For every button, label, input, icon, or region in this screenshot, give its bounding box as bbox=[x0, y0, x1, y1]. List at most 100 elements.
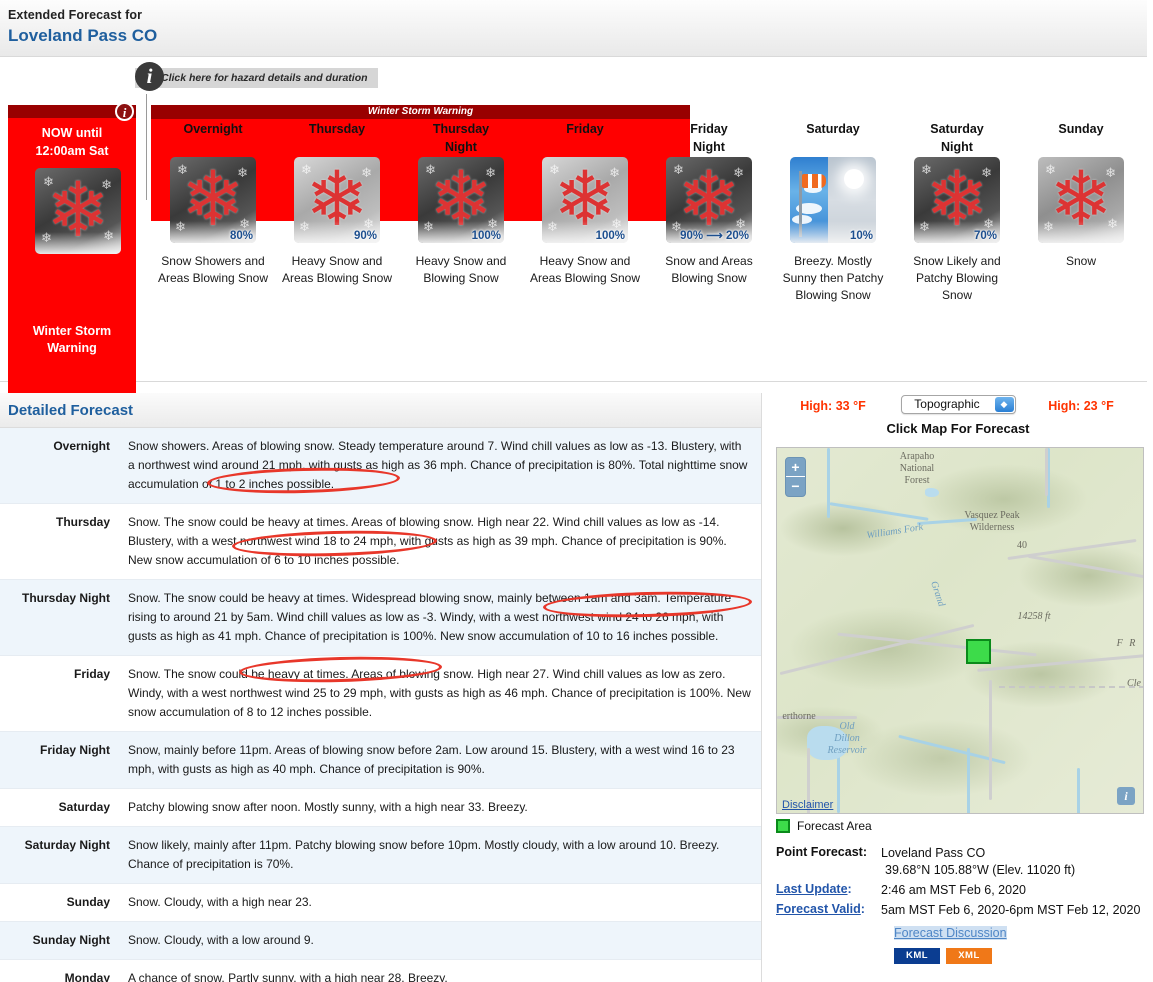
forecast-discussion-link[interactable]: Forecast Discussion bbox=[894, 926, 1007, 940]
forecast-period[interactable]: Saturday Night ❄❄❄❄❄70% Snow Likely and Pat… bbox=[895, 119, 1019, 413]
detailed-forecast-row: Monday A chance of snow. Partly sunny, wi… bbox=[0, 960, 761, 982]
detailed-forecast-period-label: Thursday bbox=[55, 515, 110, 529]
detailed-forecast-text: Snow, mainly before 11pm. Areas of blowi… bbox=[128, 743, 735, 776]
now-box-title: NOW until 12:00am Sat bbox=[8, 124, 136, 160]
period-name-line2: Night bbox=[941, 140, 973, 154]
forecast-period-list: Overnight❄❄❄❄❄80%Snow Showers and Areas … bbox=[151, 119, 1143, 413]
precip-probability: 90% bbox=[353, 230, 377, 242]
map-label: F R bbox=[1116, 638, 1138, 649]
forecast-period-description: Heavy Snow and Areas Blowing Snow bbox=[281, 254, 393, 285]
detailed-forecast-period-label: Friday Night bbox=[39, 743, 110, 757]
forecast-period-description: Snow and Areas Blowing Snow bbox=[665, 254, 753, 285]
info-icon[interactable]: i bbox=[135, 62, 164, 91]
last-update-row: Last Update: 2:46 am MST Feb 6, 2020 bbox=[776, 882, 1153, 899]
map-zoom-controls[interactable]: + − bbox=[785, 457, 806, 497]
forecast-period-icon: ❄❄❄❄❄80% bbox=[170, 157, 256, 243]
detailed-forecast-period-label: Saturday Night bbox=[24, 838, 110, 852]
detailed-forecast-text: Snow likely, mainly after 11pm. Patchy b… bbox=[128, 838, 720, 871]
forecast-period[interactable]: Thursday Night ❄❄❄❄❄100% Heavy Snow and Blo… bbox=[399, 119, 523, 413]
forecast-period[interactable]: Overnight ❄❄❄❄❄80% Snow Showers and Areas … bbox=[151, 119, 275, 413]
detailed-forecast-text: A chance of snow. Partly sunny, with a h… bbox=[128, 971, 448, 982]
detailed-forecast-text: Snow. Cloudy, with a high near 23. bbox=[128, 895, 312, 909]
forecast-period[interactable]: Saturday 10% Breezy. Mostly Sunny then Pat… bbox=[771, 119, 895, 413]
map-river bbox=[837, 753, 840, 813]
now-box-title-line1: NOW until bbox=[41, 126, 103, 140]
info-icon[interactable]: i bbox=[1117, 787, 1135, 805]
detailed-forecast-period-label: Overnight bbox=[53, 439, 110, 453]
hazard-tooltip[interactable]: Click here for hazard details and durati… bbox=[135, 68, 378, 88]
period-name-line1: Friday bbox=[690, 122, 728, 136]
map-label: Arapaho National Forest bbox=[899, 451, 935, 486]
detailed-forecast-period-label: Friday bbox=[73, 667, 110, 681]
xml-button[interactable]: XML bbox=[946, 948, 992, 964]
precip-probability: 70% bbox=[973, 230, 997, 242]
forecast-period[interactable]: Sunday❄❄❄❄❄SnowHigh: 23 °F bbox=[1019, 119, 1143, 413]
forecast-period[interactable]: Friday ❄❄❄❄❄100% Heavy Snow and Areas Blow… bbox=[523, 119, 647, 413]
map-type-select[interactable]: Topographic ◆ bbox=[900, 395, 1016, 414]
detailed-forecast-row: Thursday Night Snow. The snow could be he… bbox=[0, 580, 761, 656]
detailed-forecast-row: Sunday Snow. Cloudy, with a high near 23. bbox=[0, 884, 761, 922]
forecast-period-description: Heavy Snow and Blowing Snow bbox=[415, 254, 507, 285]
precip-probability: 100% bbox=[471, 230, 501, 242]
forecast-period[interactable]: Friday Night ❄❄❄❄❄90% ⟶ 20% Snow and Areas … bbox=[647, 119, 771, 413]
chevron-updown-icon[interactable]: ◆ bbox=[994, 397, 1014, 412]
detailed-forecast-row: Saturday Patchy blowing snow after noon. … bbox=[0, 789, 761, 827]
detailed-forecast-row: Friday Snow. The snow could be heavy at t… bbox=[0, 656, 761, 732]
zoom-in-button[interactable]: + bbox=[786, 458, 805, 477]
period-name-line2: Night bbox=[445, 140, 477, 154]
detailed-forecast-text: Snow. The snow could be heavy at times. … bbox=[128, 591, 732, 643]
period-name-line1: Saturday bbox=[930, 122, 984, 136]
detailed-forecast-text: Patchy blowing snow after noon. Mostly s… bbox=[128, 800, 528, 814]
forecast-period-icon: ❄❄❄❄❄100% bbox=[542, 157, 628, 243]
map-legend-label: Forecast Area bbox=[797, 819, 872, 833]
click-map-label: Click Map For Forecast bbox=[886, 421, 1030, 436]
forecast-valid-value: 5am MST Feb 6, 2020-6pm MST Feb 12, 2020 bbox=[881, 903, 1141, 917]
map-label: Vasquez Peak Wilderness bbox=[964, 510, 1020, 533]
forecast-area-marker[interactable] bbox=[966, 639, 991, 664]
map-label: erthorne bbox=[782, 711, 816, 722]
forecast-valid-row: Forecast Valid: 5am MST Feb 6, 2020-6pm … bbox=[776, 902, 1153, 919]
period-name-line1: Overnight bbox=[183, 122, 243, 136]
map-label: 14258 ft bbox=[1017, 611, 1051, 622]
precip-probability: 80% bbox=[229, 230, 253, 242]
detailed-forecast-row: Sunday Night Snow. Cloudy, with a low aro… bbox=[0, 922, 761, 960]
last-update-value: 2:46 am MST Feb 6, 2020 bbox=[881, 883, 1026, 897]
forecast-period[interactable]: Thursday ❄❄❄❄❄90% Heavy Snow and Areas Blo… bbox=[275, 119, 399, 413]
forecast-area-swatch bbox=[776, 819, 790, 833]
forecast-period-icon: ❄❄❄❄❄70% bbox=[914, 157, 1000, 243]
last-update-link[interactable]: Last Update: bbox=[776, 882, 881, 899]
forecast-valid-key: Forecast Valid bbox=[776, 902, 861, 916]
disclaimer-link[interactable]: Disclaimer bbox=[782, 799, 833, 811]
forecast-period-name: Friday bbox=[523, 119, 647, 157]
forecast-period-name: Friday Night bbox=[647, 119, 771, 157]
detailed-forecast-title: Detailed Forecast bbox=[0, 393, 761, 428]
map-road bbox=[989, 680, 992, 800]
period-name-line1: Saturday bbox=[806, 122, 860, 136]
forecast-map[interactable]: Arapaho National Forest Vasquez Peak Wil… bbox=[776, 447, 1144, 814]
forecast-valid-link[interactable]: Forecast Valid: bbox=[776, 902, 881, 919]
detailed-forecast-panel: Detailed Forecast Overnight Snow showers.… bbox=[0, 393, 762, 982]
now-hazard-box[interactable]: i NOW until 12:00am Sat ❄ ❄ ❄ ❄ ❄ Winter… bbox=[8, 102, 136, 400]
snow-icon: ❄ ❄ ❄ ❄ ❄ bbox=[35, 168, 121, 254]
kml-button[interactable]: KML bbox=[894, 948, 940, 964]
now-warning-line2: Warning bbox=[47, 341, 97, 355]
zoom-out-button[interactable]: − bbox=[786, 477, 805, 496]
forecast-period-icon: ❄❄❄❄❄90% ⟶ 20% bbox=[666, 157, 752, 243]
forecast-strip: Click here for hazard details and durati… bbox=[0, 58, 1147, 413]
map-lake bbox=[925, 488, 939, 497]
info-icon[interactable]: i bbox=[115, 102, 134, 121]
detailed-forecast-row: Saturday Night Snow likely, mainly after … bbox=[0, 827, 761, 884]
point-forecast-row: Point Forecast: Loveland Pass CO 39.68°N… bbox=[776, 845, 1153, 879]
detailed-forecast-text: Snow. Cloudy, with a low around 9. bbox=[128, 933, 314, 947]
detailed-forecast-text: Snow. The snow could be heavy at times. … bbox=[128, 515, 727, 567]
forecast-period-description: Snow bbox=[1065, 254, 1097, 268]
map-legend: Forecast Area bbox=[776, 819, 1153, 833]
map-type-value: Topographic bbox=[914, 397, 980, 411]
extended-forecast-page: Extended Forecast for Loveland Pass CO C… bbox=[0, 0, 1153, 982]
detailed-forecast-row: Thursday Snow. The snow could be heavy at… bbox=[0, 504, 761, 580]
detailed-forecast-text: Snow showers. Areas of blowing snow. Ste… bbox=[128, 439, 748, 491]
forecast-period-name: Thursday bbox=[275, 119, 399, 157]
detailed-forecast-rows: Overnight Snow showers. Areas of blowing … bbox=[0, 428, 761, 982]
detailed-forecast-period-label: Saturday bbox=[58, 800, 110, 814]
forecast-period-name: Saturday bbox=[771, 119, 895, 157]
